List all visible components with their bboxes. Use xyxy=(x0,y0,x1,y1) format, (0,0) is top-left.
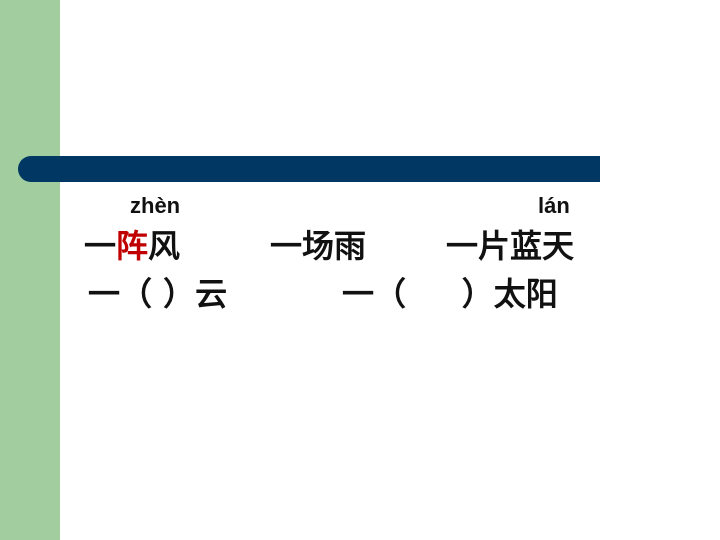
phrase-prefix: 一 xyxy=(84,227,117,265)
highlight-character: 阵 xyxy=(116,227,149,265)
title-accent-bar xyxy=(18,156,600,182)
phrase-yipianlantian: 一片蓝天 xyxy=(446,227,575,265)
pinyin-zhen: zhèn xyxy=(130,193,181,218)
phrase-blank-taiyang: 一（ ）太阳 xyxy=(342,275,558,313)
phrase-yizhenfeng: 一阵风 xyxy=(84,226,180,266)
side-decoration-bar xyxy=(0,0,60,540)
phrase-suffix: 风 xyxy=(148,227,181,265)
pinyin-lan: lán xyxy=(538,193,570,218)
phrase-blank-yun: 一（ ）云 xyxy=(88,275,228,313)
phrase-yichangyu: 一场雨 xyxy=(270,227,367,265)
